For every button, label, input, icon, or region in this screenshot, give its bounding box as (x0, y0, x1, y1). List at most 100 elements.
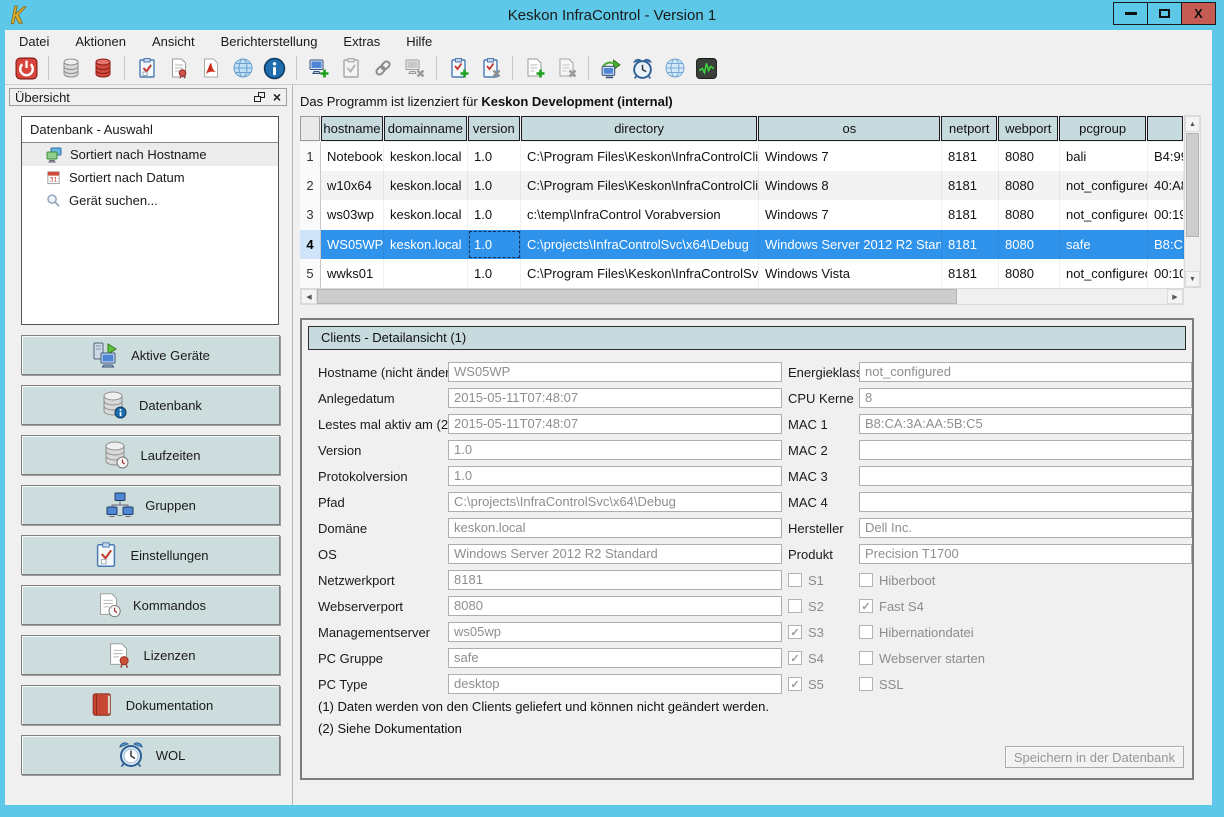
minimize-icon[interactable] (1113, 2, 1148, 25)
fast-s4-checkbox[interactable] (859, 599, 873, 613)
menu-hilfe[interactable]: Hilfe (406, 34, 432, 49)
menu-datei[interactable]: Datei (19, 34, 49, 49)
col-os[interactable]: os (758, 116, 940, 141)
sidebar-item-gruppen[interactable]: Gruppen (21, 485, 280, 525)
s3-checkbox[interactable] (788, 625, 802, 639)
info-icon[interactable] (261, 55, 288, 82)
document-remove-icon[interactable] (553, 55, 580, 82)
col-hostname[interactable]: hostname (321, 116, 383, 141)
close-panel-icon[interactable]: × (273, 90, 281, 104)
webserverport-field[interactable]: 8080 (448, 596, 782, 616)
anlegedatum-field[interactable]: 2015-05-11T07:48:07 (448, 388, 782, 408)
table-row[interactable]: 2 w10x64 keskon.local 1.0 C:\Program Fil… (300, 171, 1184, 200)
link-icon[interactable] (369, 55, 396, 82)
table-row-selected[interactable]: 4 WS05WP keskon.local 1.0 C:\projects\In… (300, 230, 1184, 259)
document-clock-icon (95, 591, 123, 619)
tree-item-sort-date[interactable]: 31 Sortiert nach Datum (22, 166, 278, 189)
domaene-field[interactable]: keskon.local (448, 518, 782, 538)
clipboard-add-icon[interactable] (445, 55, 472, 82)
scroll-left-icon[interactable]: ◀ (301, 289, 317, 304)
col-pcgroup[interactable]: pcgroup (1059, 116, 1146, 141)
sidebar-item-dokumentation[interactable]: Dokumentation (21, 685, 280, 725)
certificate-icon[interactable] (165, 55, 192, 82)
pfad-field[interactable]: C:\projects\InfraControlSvc\x64\Debug (448, 492, 782, 512)
pdf-icon[interactable] (197, 55, 224, 82)
os-field[interactable]: Windows Server 2012 R2 Standard (448, 544, 782, 564)
ssl-checkbox[interactable] (859, 677, 873, 691)
sidebar-item-aktive-geraete[interactable]: Aktive Geräte (21, 335, 280, 375)
letzte-aktivitaet-field[interactable]: 2015-05-11T07:48:07 (448, 414, 782, 434)
s1-checkbox[interactable] (788, 573, 802, 587)
pc-type-field[interactable]: desktop (448, 674, 782, 694)
close-icon[interactable]: X (1181, 2, 1216, 25)
version-field[interactable]: 1.0 (448, 440, 782, 460)
computer-remove-icon[interactable] (401, 55, 428, 82)
cpu-kerne-field[interactable]: 8 (859, 388, 1192, 408)
pc-gruppe-field[interactable]: safe (448, 648, 782, 668)
scroll-down-icon[interactable]: ▼ (1185, 271, 1200, 287)
activity-monitor-icon[interactable] (693, 55, 720, 82)
save-button[interactable]: Speichern in der Datenbank (1005, 746, 1184, 768)
managementserver-field[interactable]: ws05wp (448, 622, 782, 642)
col-domainname[interactable]: domainname (384, 116, 467, 141)
protokolversion-field[interactable]: 1.0 (448, 466, 782, 486)
sidebar-item-kommandos[interactable]: Kommandos (21, 585, 280, 625)
hibernationdatei-checkbox[interactable] (859, 625, 873, 639)
col-webport[interactable]: webport (998, 116, 1058, 141)
sidebar-item-lizenzen[interactable]: Lizenzen (21, 635, 280, 675)
mac3-field[interactable] (859, 466, 1192, 486)
clipboard-check-icon[interactable] (133, 55, 160, 82)
vertical-scrollbar[interactable]: ▲ ▼ (1184, 115, 1201, 288)
menu-aktionen[interactable]: Aktionen (75, 34, 126, 49)
mac2-field[interactable] (859, 440, 1192, 460)
col-rownum-header[interactable] (300, 116, 320, 141)
menu-berichterstellung[interactable]: Berichterstellung (221, 34, 318, 49)
globe2-icon[interactable] (661, 55, 688, 82)
webserver-starten-checkbox[interactable] (859, 651, 873, 665)
table-row[interactable]: 5 wwks01 1.0 C:\Program Files\Keskon\Inf… (300, 259, 1184, 288)
horizontal-scrollbar-thumb[interactable] (317, 289, 957, 304)
sidebar-item-datenbank[interactable]: Datenbank (21, 385, 280, 425)
mac1-field[interactable]: B8:CA:3A:AA:5B:C5 (859, 414, 1192, 434)
produkt-field[interactable]: Precision T1700 (859, 544, 1192, 564)
col-mac-partial[interactable] (1147, 116, 1183, 141)
hersteller-field[interactable]: Dell Inc. (859, 518, 1192, 538)
sidebar-item-einstellungen[interactable]: Einstellungen (21, 535, 280, 575)
table-row[interactable]: 3 ws03wp keskon.local 1.0 c:\temp\InfraC… (300, 200, 1184, 229)
s5-checkbox[interactable] (788, 677, 802, 691)
sidebar-item-laufzeiten[interactable]: Laufzeiten (21, 435, 280, 475)
netzwerkport-field[interactable]: 8181 (448, 570, 782, 590)
database-red-icon[interactable] (89, 55, 116, 82)
col-version[interactable]: version (468, 116, 520, 141)
vertical-scrollbar-thumb[interactable] (1186, 133, 1199, 237)
app-logo-icon[interactable] (8, 4, 30, 26)
mac4-field[interactable] (859, 492, 1192, 512)
database-gray-icon[interactable] (57, 55, 84, 82)
scroll-right-icon[interactable]: ▶ (1167, 289, 1183, 304)
document-add-icon[interactable] (521, 55, 548, 82)
hostname-field[interactable]: WS05WP (448, 362, 782, 382)
s2-checkbox[interactable] (788, 599, 802, 613)
maximize-icon[interactable] (1147, 2, 1182, 25)
horizontal-scrollbar[interactable]: ◀ ▶ (300, 288, 1184, 305)
computer-add-icon[interactable] (305, 55, 332, 82)
power-icon[interactable] (13, 55, 40, 82)
scroll-up-icon[interactable]: ▲ (1185, 116, 1200, 132)
computer-refresh-icon[interactable] (597, 55, 624, 82)
hiberboot-checkbox[interactable] (859, 573, 873, 587)
globe-icon[interactable] (229, 55, 256, 82)
col-netport[interactable]: netport (941, 116, 997, 141)
clipboard-remove-icon[interactable] (477, 55, 504, 82)
float-panel-icon[interactable] (254, 92, 265, 102)
col-directory[interactable]: directory (521, 116, 758, 141)
tree-item-search-device[interactable]: Gerät suchen... (22, 189, 278, 212)
tree-item-sort-hostname[interactable]: Sortiert nach Hostname (22, 143, 278, 166)
sidebar-item-wol[interactable]: WOL (21, 735, 280, 775)
s4-checkbox[interactable] (788, 651, 802, 665)
menu-ansicht[interactable]: Ansicht (152, 34, 195, 49)
energieklasse-field[interactable]: not_configured (859, 362, 1192, 382)
menu-extras[interactable]: Extras (343, 34, 380, 49)
clipboard-gray-icon[interactable] (337, 55, 364, 82)
table-row[interactable]: 1 Notebook keskon.local 1.0 C:\Program F… (300, 142, 1184, 171)
alarm-clock-icon[interactable] (629, 55, 656, 82)
